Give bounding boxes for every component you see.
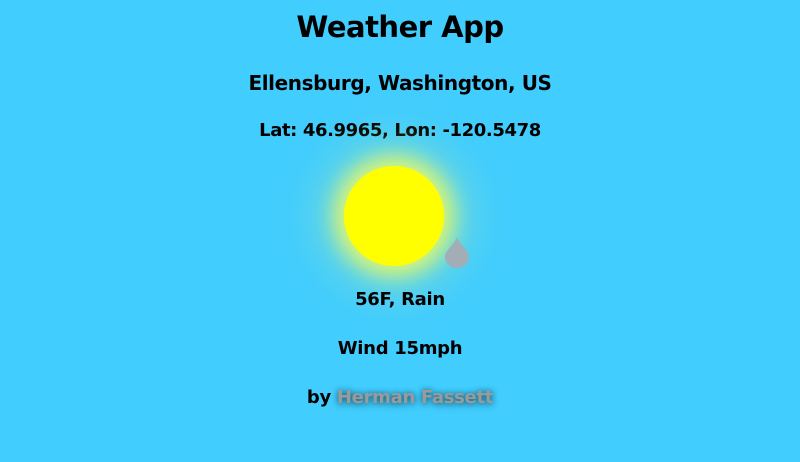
app-title: Weather App bbox=[296, 10, 504, 44]
author-link[interactable]: Herman Fassett bbox=[337, 387, 493, 408]
location-coordinates: Lat: 46.9965, Lon: -120.5478 bbox=[259, 120, 541, 141]
weather-conditions: 56F, Rain bbox=[355, 289, 445, 310]
sun-icon bbox=[344, 166, 444, 266]
location-name: Ellensburg, Washington, US bbox=[248, 71, 552, 95]
wind-speed: Wind 15mph bbox=[337, 338, 463, 359]
author-credit: by Herman Fassett bbox=[0, 386, 800, 410]
credit-prefix: by bbox=[306, 387, 331, 408]
raindrop-icon bbox=[445, 237, 469, 268]
